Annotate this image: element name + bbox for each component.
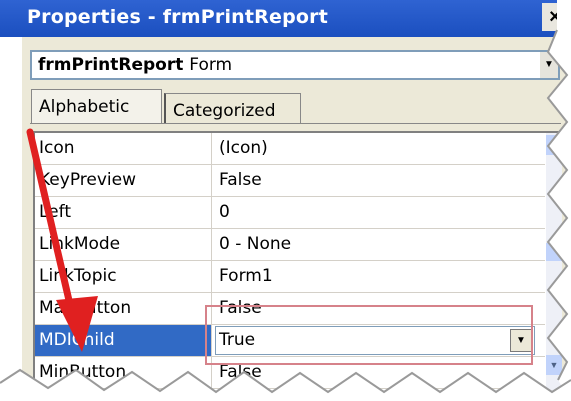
annotation-arrow-icon bbox=[26, 128, 98, 352]
properties-window: Properties - frmPrintReport × frmPrintRe… bbox=[0, 0, 571, 401]
